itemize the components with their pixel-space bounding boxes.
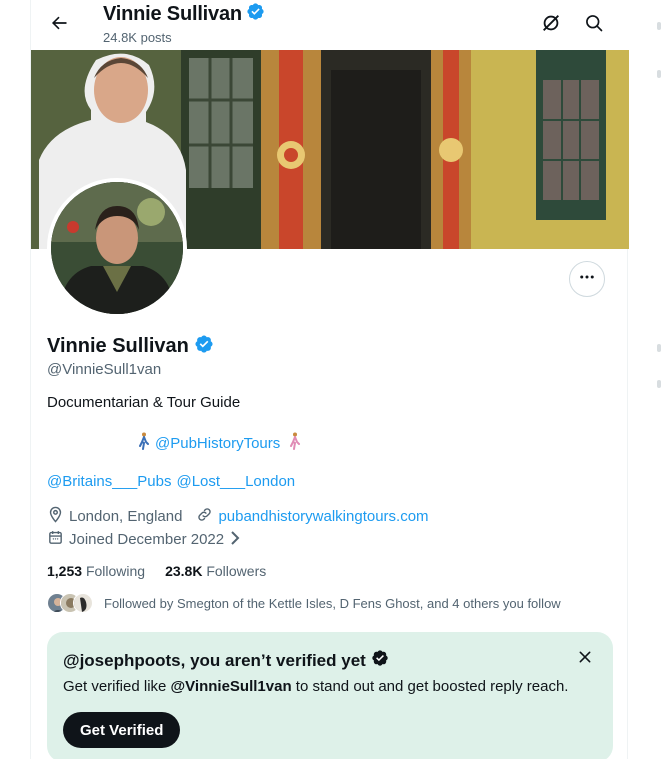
location-pin-icon: [47, 506, 64, 527]
joined-item[interactable]: Joined December 2022: [47, 529, 241, 550]
profile-header: Vinnie Sullivan 24.8K posts: [31, 0, 629, 50]
follow-stats: 1,253 Following 23.8K Followers: [47, 563, 266, 579]
person-walking-icon: [137, 432, 151, 454]
more-dots-icon: [578, 268, 596, 291]
followers-count: 23.8K: [165, 563, 203, 579]
pubhistorytours-link[interactable]: @PubHistoryTours: [155, 435, 280, 452]
get-verified-card: @josephpoots, you aren’t verified yet Ge…: [47, 632, 613, 759]
joined-row: Joined December 2022: [47, 529, 255, 550]
followers-label: Followers: [206, 563, 267, 579]
bio-line-3: @Britains___Pubs @Lost___London: [47, 473, 295, 490]
bio-line-1: Documentarian & Tour Guide: [47, 394, 241, 411]
edge-mark: [657, 380, 661, 388]
link-icon: [196, 506, 213, 527]
profile-handle: @VinnieSull1van: [47, 361, 162, 378]
header-title: Vinnie Sullivan: [103, 2, 265, 26]
followers-link[interactable]: 23.8K Followers: [165, 563, 266, 579]
verify-body-suffix: to stand out and get boosted reply reach…: [291, 678, 569, 695]
edge-mark: [657, 70, 661, 78]
header-name: Vinnie Sullivan: [103, 2, 242, 25]
verified-badge-icon: [246, 2, 265, 26]
profile-meta-row: London, England pubandhistorywalkingtour…: [47, 506, 443, 527]
profile-column: Vinnie Sullivan 24.8K posts Vinnie Sulli…: [30, 0, 629, 759]
following-link[interactable]: 1,253 Following: [47, 563, 145, 579]
grok-button[interactable]: [533, 7, 569, 43]
verify-card-body: Get verified like @VinnieSull1van to sta…: [63, 678, 568, 695]
close-verify-card-button[interactable]: [569, 643, 601, 675]
followed-by-row[interactable]: Followed by Smegton of the Kettle Isles,…: [47, 593, 561, 613]
edge-mark: [657, 22, 661, 30]
grok-slash-icon: [540, 12, 562, 39]
joined-text: Joined December 2022: [69, 531, 225, 548]
verified-badge-icon[interactable]: [194, 334, 214, 359]
verify-card-title: @josephpoots, you aren’t verified yet: [63, 649, 389, 672]
following-label: Following: [85, 563, 146, 579]
followed-by-text: Followed by Smegton of the Kettle Isles,…: [104, 595, 561, 611]
more-options-button[interactable]: [569, 261, 605, 297]
arrow-left-icon: [49, 13, 69, 38]
search-button[interactable]: [576, 7, 612, 43]
profile-avatar[interactable]: [47, 178, 187, 318]
calendar-icon: [47, 529, 64, 550]
bio-line-2: @PubHistoryTours: [137, 432, 302, 454]
person-walking-icon: [288, 432, 302, 454]
verify-body-prefix: Get verified like: [63, 678, 171, 695]
location-text: London, England: [69, 508, 183, 525]
search-icon: [584, 13, 604, 38]
follower-avatar: [73, 593, 93, 613]
website-item: pubandhistorywalkingtours.com: [196, 506, 429, 527]
back-button[interactable]: [41, 7, 77, 43]
edge-mark: [657, 344, 661, 352]
profile-name: Vinnie Sullivan: [47, 335, 189, 357]
verified-badge-icon: [371, 649, 389, 672]
following-count: 1,253: [47, 563, 83, 579]
website-link[interactable]: pubandhistorywalkingtours.com: [218, 508, 428, 525]
verify-body-handle: @VinnieSull1van: [170, 678, 292, 695]
location-item: London, England: [47, 506, 182, 527]
lost-london-link[interactable]: @Lost___London: [176, 473, 295, 490]
posts-count: 24.8K posts: [103, 30, 172, 45]
profile-name-row: Vinnie Sullivan: [47, 334, 214, 359]
chevron-right-icon: [229, 530, 241, 549]
get-verified-button[interactable]: Get Verified: [63, 712, 181, 748]
verify-title-text: @josephpoots, you aren’t verified yet: [63, 650, 366, 670]
britains-pubs-link[interactable]: @Britains___Pubs: [47, 473, 171, 490]
close-icon: [577, 649, 593, 670]
